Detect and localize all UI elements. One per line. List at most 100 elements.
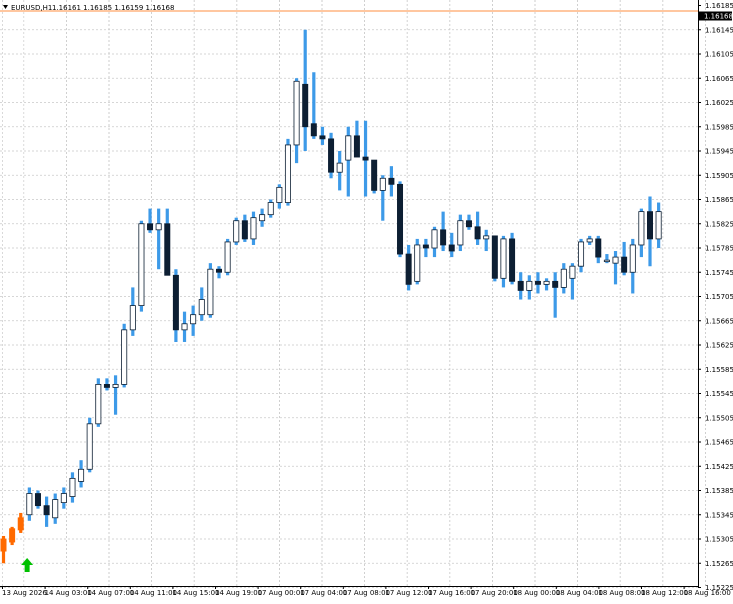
candle	[129, 287, 136, 336]
candle	[465, 214, 472, 230]
price-tick-label: 1.16185	[705, 2, 733, 10]
candle-body-bear	[647, 211, 654, 240]
candle	[517, 272, 524, 300]
candle-body-bull	[60, 493, 67, 504]
candle	[112, 375, 119, 415]
chevron-down-icon[interactable]	[3, 5, 8, 9]
candle	[69, 472, 76, 503]
candle-body-bull	[284, 144, 291, 203]
candle	[543, 278, 550, 291]
time-tick-label: 17 Aug 20:00	[471, 589, 518, 597]
candle-body-bear	[388, 177, 395, 185]
candle-body-bear	[405, 253, 412, 285]
candle	[414, 238, 421, 285]
candle	[621, 241, 628, 276]
price-tick-label: 1.15385	[705, 487, 733, 495]
time-tick-label: 18 Aug 04:00	[556, 589, 603, 597]
candle-body-bull	[181, 323, 188, 331]
price-tick-label: 1.15505	[705, 414, 733, 422]
time-tick-label: 14 Aug 19:00	[215, 589, 262, 597]
time-tick-label: 17 Aug 08:00	[343, 589, 390, 597]
candle	[9, 526, 16, 546]
candle	[276, 184, 283, 209]
time-tick-label: 18 Aug 12:00	[641, 589, 688, 597]
candle	[422, 238, 429, 258]
candle	[284, 138, 291, 206]
candle-body-bull	[293, 80, 300, 146]
candle-body-bull	[457, 220, 464, 246]
candle-body-bull	[26, 493, 33, 516]
candle	[172, 269, 179, 342]
candle-body-bear	[147, 223, 154, 231]
current-price-label: 1.16168	[704, 13, 733, 21]
candle	[534, 272, 541, 294]
candle	[121, 323, 128, 388]
candle-body-bull	[638, 211, 645, 246]
price-tick-label: 1.15705	[705, 293, 733, 301]
candle	[440, 211, 447, 252]
candle	[319, 126, 326, 145]
time-tick-label: 14 Aug 07:00	[87, 589, 134, 597]
candle	[95, 378, 102, 427]
candle-body-bull	[155, 223, 162, 231]
candle-body-bear	[440, 229, 447, 246]
candle	[578, 238, 585, 273]
price-tick-label: 1.15265	[705, 560, 733, 568]
candle	[474, 211, 481, 245]
price-tick-label: 1.15465	[705, 439, 733, 447]
candle-body-bear	[43, 505, 50, 516]
time-tick-label: 18 Aug 16:00	[684, 589, 731, 597]
candle	[26, 487, 33, 521]
candle	[586, 235, 593, 245]
candle	[233, 217, 240, 245]
candle	[78, 460, 85, 488]
candle-body-bull	[543, 280, 550, 285]
price-chart[interactable]: 1.16168 1.16185 1.16145 1.16105 1.16065 1.16…	[0, 0, 733, 600]
candle-body-bear	[215, 268, 222, 273]
candle	[362, 120, 369, 197]
candle	[388, 166, 395, 197]
price-tick-label: 1.15905	[705, 172, 733, 180]
price-tick-label: 1.16025	[705, 99, 733, 107]
candle-body-bull	[629, 244, 636, 273]
candle-body-bull	[267, 202, 274, 216]
candle	[603, 254, 610, 264]
time-tick-label: 18 Aug 08:00	[598, 589, 645, 597]
time-tick-label: 13 Aug 2026	[2, 589, 47, 597]
price-tick-label: 1.15665	[705, 317, 733, 325]
price-tick-label: 1.15945	[705, 148, 733, 156]
candle-body-bull	[569, 265, 576, 279]
candle-body-bull	[586, 238, 593, 243]
candle	[569, 263, 576, 300]
candle-body-bear	[465, 220, 472, 228]
candle-body-bull	[603, 259, 610, 263]
candle	[431, 226, 438, 258]
candle-body-bull	[259, 214, 266, 222]
chart-canvas[interactable]: 1.16168 1.161851.161451.161051.160651.16…	[0, 0, 733, 600]
candle-body-bull	[345, 135, 352, 161]
time-tick-label: 17 Aug 04:00	[300, 589, 347, 597]
candle-body-bear	[319, 135, 326, 140]
candle-body-bull	[198, 299, 205, 316]
candle	[43, 496, 50, 527]
candle-body-bull	[95, 384, 102, 425]
candle	[164, 208, 171, 276]
candle-body-bear	[353, 135, 360, 158]
signals	[21, 558, 34, 572]
candle-body-bear	[241, 220, 248, 240]
candle-body-bull	[276, 186, 283, 203]
candle	[371, 159, 378, 194]
candle	[405, 244, 412, 291]
candle-body-bull	[207, 268, 214, 316]
candle-body-bull	[612, 256, 619, 264]
candle-body-bear	[310, 123, 317, 137]
candle	[491, 235, 498, 282]
candle	[34, 490, 41, 509]
candle-body-bear	[491, 235, 498, 279]
candle-body-bull	[17, 517, 24, 531]
candle-body-bear	[397, 183, 404, 255]
candle-body-bear	[172, 274, 179, 331]
candle	[629, 238, 636, 294]
price-tick-label: 1.15425	[705, 463, 733, 471]
candle	[250, 211, 257, 245]
